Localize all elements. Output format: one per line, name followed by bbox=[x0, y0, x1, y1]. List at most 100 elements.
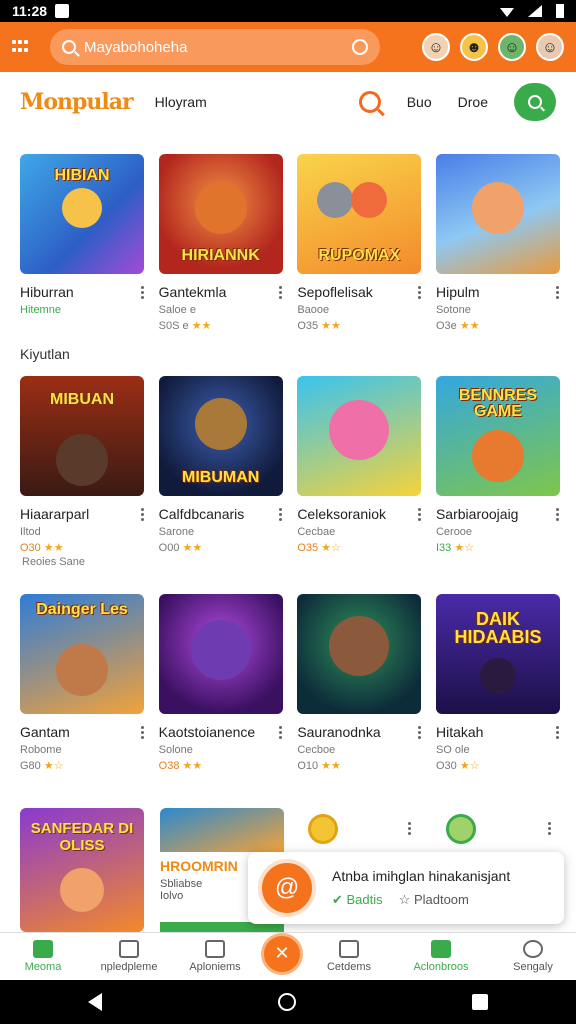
back-icon[interactable] bbox=[88, 993, 102, 1011]
popup-logo-icon: @ bbox=[258, 859, 316, 917]
game-card[interactable]: Kaotstoianence Solone O38 ★★ bbox=[158, 594, 283, 772]
game-thumbnail[interactable] bbox=[297, 376, 422, 496]
game-thumbnail[interactable]: HIBIAN bbox=[20, 154, 144, 274]
game-thumbnail[interactable] bbox=[158, 594, 283, 714]
store-icon bbox=[431, 940, 451, 958]
popup-action-label: Badtis bbox=[346, 892, 383, 907]
star-rating: ★☆ bbox=[321, 542, 341, 554]
more-options-icon[interactable] bbox=[279, 506, 283, 522]
game-meta: Cecboe bbox=[297, 744, 336, 756]
search-icon bbox=[528, 95, 542, 109]
mic-icon[interactable] bbox=[352, 39, 368, 55]
menu-icon[interactable] bbox=[12, 40, 30, 54]
game-rating: O30 bbox=[20, 542, 41, 554]
game-thumbnail[interactable] bbox=[160, 808, 284, 852]
game-card[interactable]: DAIK HIDAABIS Hitakah SO ole O30 ★☆ bbox=[435, 594, 560, 772]
nav-aploniems[interactable]: Aploniems bbox=[175, 940, 255, 973]
popup-action-badtis[interactable]: ✔ Badtis bbox=[332, 892, 383, 908]
more-options-icon[interactable] bbox=[556, 724, 560, 740]
game-thumbnail[interactable]: HIRIANNK bbox=[158, 154, 283, 274]
game-thumbnail[interactable]: SANFEDAR DI OLISS bbox=[20, 808, 144, 932]
game-meta: Cerooe bbox=[435, 526, 473, 538]
star-rating: ★★ bbox=[191, 320, 212, 332]
coin-icon bbox=[446, 814, 476, 844]
more-options-icon[interactable] bbox=[417, 724, 421, 740]
woman-avatar-icon[interactable]: ☺ bbox=[536, 33, 564, 61]
game-thumbnail[interactable]: Dainger Les bbox=[20, 594, 144, 714]
more-options-icon[interactable] bbox=[140, 506, 144, 522]
more-options-icon[interactable] bbox=[417, 284, 421, 300]
star-rating: ★☆ bbox=[459, 760, 480, 772]
game-card[interactable]: MIBUMAN Calfdbcanaris Sarone O00 ★★ bbox=[158, 376, 283, 554]
game-rating: I33 bbox=[435, 542, 452, 554]
nav-npledpleme[interactable]: npledpleme bbox=[89, 940, 169, 973]
game-name: Kaotstoianence bbox=[158, 724, 256, 740]
more-options-icon[interactable] bbox=[140, 284, 144, 300]
boy-avatar-icon[interactable]: ☺ bbox=[422, 33, 450, 61]
search-bar[interactable] bbox=[50, 29, 380, 65]
more-options-icon[interactable] bbox=[556, 506, 560, 522]
logo[interactable]: Monpular bbox=[20, 89, 134, 115]
nav-home[interactable]: Meoma bbox=[3, 940, 83, 973]
game-name: Hipulm bbox=[435, 284, 480, 300]
search-input[interactable] bbox=[84, 38, 352, 56]
game-thumbnail[interactable]: DAIK HIDAABIS bbox=[435, 594, 560, 714]
game-rating: O35 bbox=[297, 542, 319, 554]
game-card[interactable]: BENNRES GAME Sarbiaroojaig Cerooe I33 ★☆ bbox=[435, 376, 560, 554]
bottom-nav: Meoma npledpleme Aploniems ✕ Cetdems Acl… bbox=[0, 932, 576, 980]
popup-action-label: Pladtoom bbox=[413, 892, 469, 907]
game-card[interactable]: Hipulm Sotone O3e ★★ bbox=[435, 154, 560, 332]
game-card[interactable]: Sauranodnka Cecboe O10 ★★ bbox=[297, 594, 422, 772]
game-thumbnail[interactable]: RUPOMAX bbox=[297, 154, 422, 274]
game-card[interactable]: HIRIANNK Gantekmla Saloe e S0S e ★★ bbox=[158, 154, 283, 332]
popup-action-pladtoom[interactable]: ☆ Pladtoom bbox=[399, 892, 469, 908]
game-thumbnail[interactable] bbox=[297, 594, 422, 714]
notification-popup[interactable]: @ Atnba imihglan hinakanisjant ✔ Badtis … bbox=[248, 852, 564, 924]
search-button[interactable] bbox=[514, 83, 556, 121]
game-row-1: HIBIAN Hiburran Hitemne HIRIANNK Gantekm… bbox=[20, 154, 560, 332]
status-time: 11:28 bbox=[12, 3, 48, 19]
game-card[interactable]: RUPOMAX Sepoflelisak Baooe O35 ★★ bbox=[297, 154, 422, 332]
cat-avatar-icon[interactable]: ☻ bbox=[460, 33, 488, 61]
more-options-icon[interactable] bbox=[279, 284, 283, 300]
nav-aclonbroos[interactable]: Aclonbroos bbox=[395, 940, 487, 973]
game-name: Celeksoraniok bbox=[297, 506, 387, 522]
game-row-2: MIBUAN Hiaararparl Iltod O30 ★★ MIBUMAN … bbox=[20, 376, 560, 554]
more-options-icon[interactable] bbox=[417, 506, 421, 522]
play-icon: ✕ bbox=[274, 943, 290, 963]
game-thumbnail[interactable]: BENNRES GAME bbox=[435, 376, 560, 496]
more-options-icon[interactable] bbox=[279, 724, 283, 740]
more-options-icon[interactable] bbox=[407, 820, 411, 835]
app-bar: ☺ ☻ ☺ ☺ bbox=[0, 22, 576, 72]
game-card[interactable]: Dainger Les Gantam Robome G80 ★☆ bbox=[20, 594, 144, 772]
more-options-icon[interactable] bbox=[547, 820, 551, 835]
more-options-icon[interactable] bbox=[140, 724, 144, 740]
more-options-icon[interactable] bbox=[556, 284, 560, 300]
search-icon[interactable] bbox=[358, 91, 381, 113]
game-card[interactable]: MIBUAN Hiaararparl Iltod O30 ★★ bbox=[20, 376, 144, 554]
game-meta: Hitemne bbox=[20, 304, 61, 316]
game-rating: O10 bbox=[297, 760, 319, 772]
girl-avatar-icon[interactable]: ☺ bbox=[498, 33, 526, 61]
link-droe[interactable]: Droe bbox=[458, 94, 488, 110]
status-bar: 11:28 bbox=[0, 0, 576, 22]
game-rating: O30 bbox=[435, 760, 457, 772]
nav-profile[interactable]: Sengaly bbox=[493, 940, 573, 973]
star-rating: ★★ bbox=[43, 542, 64, 554]
mail-icon bbox=[119, 940, 139, 958]
center-action-button[interactable]: ✕ bbox=[261, 932, 303, 975]
game-row-3: Dainger Les Gantam Robome G80 ★☆ Kaotsto… bbox=[20, 594, 560, 772]
game-thumbnail[interactable] bbox=[435, 154, 560, 274]
star-rating: ★☆ bbox=[454, 542, 475, 554]
link-buo[interactable]: Buo bbox=[407, 94, 432, 110]
game-card[interactable]: Celeksoraniok Cecbae O35 ★☆ bbox=[297, 376, 422, 554]
signal-icon bbox=[528, 5, 542, 17]
game-rating: O00 bbox=[158, 542, 180, 554]
game-thumbnail[interactable]: MIBUAN bbox=[20, 376, 144, 496]
home-circle-icon[interactable] bbox=[278, 993, 296, 1011]
game-thumbnail[interactable]: MIBUMAN bbox=[158, 376, 283, 496]
recent-apps-icon[interactable] bbox=[472, 994, 488, 1010]
nav-cetdems[interactable]: Cetdems bbox=[309, 940, 389, 973]
game-card[interactable]: HIBIAN Hiburran Hitemne bbox=[20, 154, 144, 332]
nav-label[interactable]: Hloyram bbox=[155, 94, 207, 110]
